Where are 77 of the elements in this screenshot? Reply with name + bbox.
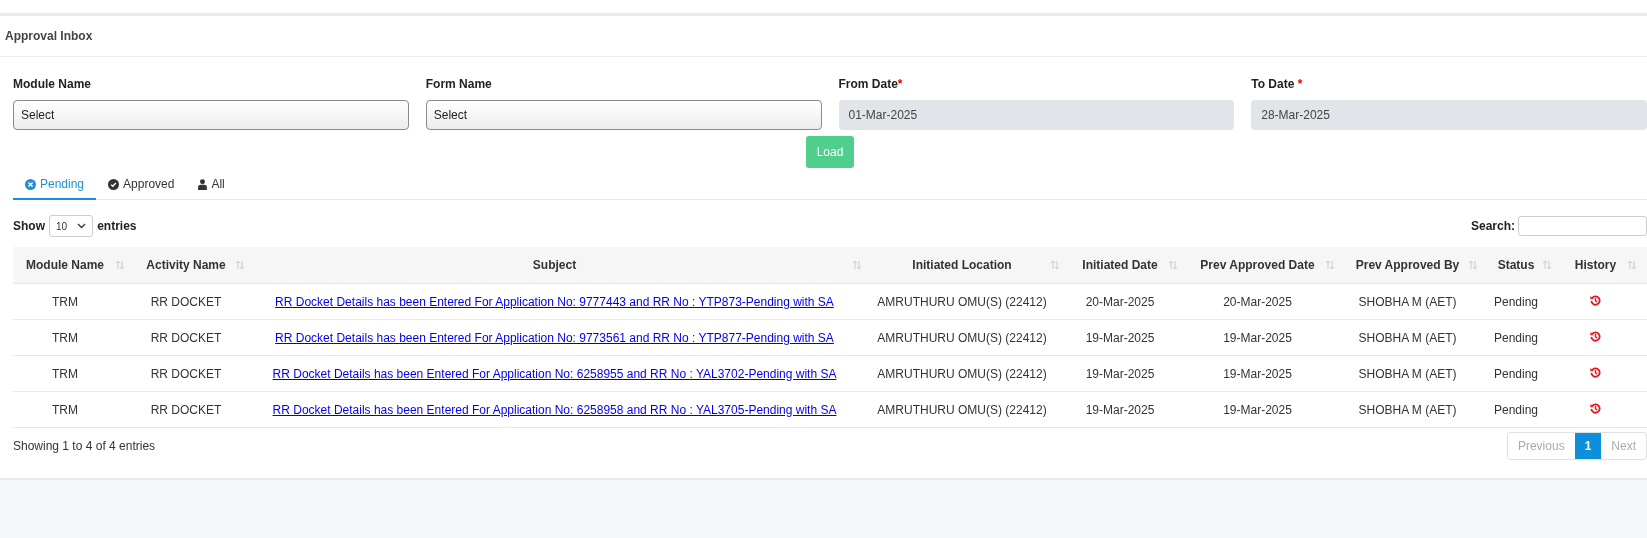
show-label: Show xyxy=(13,219,45,233)
column-header: Subject xyxy=(532,258,577,272)
table-cell: RR DOCKET xyxy=(150,366,222,381)
x-circle-icon xyxy=(25,178,36,190)
column-header: Activity Name xyxy=(146,258,226,272)
field-label: From Date* xyxy=(838,77,904,92)
tab[interactable]: All xyxy=(186,170,237,200)
field-label: Form Name xyxy=(425,77,493,92)
column-header: Prev Approved Date xyxy=(1200,258,1315,272)
search-field[interactable] xyxy=(1518,216,1647,236)
table-cell: AMRUTHURU OMU(S) (22412) xyxy=(877,330,1047,345)
column-header: Prev Approved By xyxy=(1355,258,1460,272)
dropdown-select[interactable]: Select xyxy=(425,100,822,130)
table-cell: 19-Mar-2025 xyxy=(1085,330,1155,345)
sort-icon[interactable] xyxy=(235,260,245,270)
tab[interactable]: Pending xyxy=(13,170,97,200)
field-label: To Date * xyxy=(1251,77,1304,92)
table-cell: 19-Mar-2025 xyxy=(1085,402,1155,417)
sort-icon[interactable] xyxy=(1168,260,1178,270)
table-cell: 19-Mar-2025 xyxy=(1223,330,1292,345)
tab[interactable]: Approved xyxy=(96,170,187,200)
table-cell: 20-Mar-2025 xyxy=(1085,294,1155,309)
column-header: Initiated Location xyxy=(912,258,1012,272)
sort-icon[interactable] xyxy=(1468,260,1478,270)
table-cell: RR DOCKET xyxy=(150,294,222,309)
sort-icon[interactable] xyxy=(115,260,125,270)
history-icon[interactable] xyxy=(1590,294,1601,306)
table-cell: SHOBHA M (AET) xyxy=(1358,294,1457,309)
table-cell: TRM xyxy=(52,402,78,417)
chevron-down-icon xyxy=(77,223,87,229)
check-circle-icon xyxy=(108,178,120,190)
table-cell: 19-Mar-2025 xyxy=(1085,366,1155,381)
entries-info: Showing 1 to 4 of 4 entries xyxy=(13,439,156,453)
column-header: History xyxy=(1574,258,1617,272)
history-icon[interactable] xyxy=(1590,330,1601,342)
table-cell: 19-Mar-2025 xyxy=(1223,366,1292,381)
sort-icon[interactable] xyxy=(1542,260,1552,270)
table-cell: 19-Mar-2025 xyxy=(1223,402,1292,417)
user-icon xyxy=(198,178,208,190)
column-header: Initiated Date xyxy=(1082,258,1158,272)
table-cell: AMRUTHURU OMU(S) (22412) xyxy=(877,294,1047,309)
date-field[interactable]: 01-Mar-2025 xyxy=(838,100,1235,130)
entries-select[interactable]: 10 xyxy=(49,215,94,237)
subject-link[interactable]: RR Docket Details has been Entered For Application No: 9777443 and RR No : YTP873-Pending with SA xyxy=(275,294,834,309)
entries-label: entries xyxy=(97,219,137,233)
sort-icon[interactable] xyxy=(1627,260,1637,270)
subject-link[interactable]: RR Docket Details has been Entered For Application No: 9773561 and RR No : YTP877-Pending with SA xyxy=(275,330,834,345)
history-icon[interactable] xyxy=(1590,366,1601,378)
table-cell: TRM xyxy=(52,330,78,345)
history-icon[interactable] xyxy=(1590,402,1601,414)
sort-icon[interactable] xyxy=(852,260,862,270)
table-cell: Pending xyxy=(1493,366,1538,381)
table-cell: 20-Mar-2025 xyxy=(1223,294,1292,309)
column-header: Module Name xyxy=(26,258,104,272)
table-cell: Pending xyxy=(1493,330,1538,345)
table-cell: RR DOCKET xyxy=(150,330,222,345)
table-cell: Pending xyxy=(1493,402,1538,417)
subject-link[interactable]: RR Docket Details has been Entered For Application No: 6258955 and RR No : YAL3702-Pending with SA xyxy=(272,366,837,381)
sort-icon[interactable] xyxy=(1325,260,1335,270)
field-label: Module Name xyxy=(13,77,92,92)
table-cell: TRM xyxy=(52,366,78,381)
table-cell: AMRUTHURU OMU(S) (22412) xyxy=(877,402,1047,417)
date-field[interactable]: 28-Mar-2025 xyxy=(1251,100,1647,130)
table-cell: SHOBHA M (AET) xyxy=(1358,366,1457,381)
table-cell: RR DOCKET xyxy=(150,402,222,417)
table-cell: SHOBHA M (AET) xyxy=(1358,402,1457,417)
page-title: Approval Inbox xyxy=(5,29,93,43)
table-cell: AMRUTHURU OMU(S) (22412) xyxy=(877,366,1047,381)
table-cell: Pending xyxy=(1493,294,1538,309)
search-label: Search: xyxy=(1470,219,1515,233)
dropdown-select[interactable]: Select xyxy=(13,100,409,130)
subject-link[interactable]: RR Docket Details has been Entered For Application No: 6258958 and RR No : YAL3705-Pending with SA xyxy=(272,402,837,417)
table-cell: TRM xyxy=(52,294,78,309)
column-header: Status xyxy=(1497,258,1535,272)
sort-icon[interactable] xyxy=(1050,260,1060,270)
table-cell: SHOBHA M (AET) xyxy=(1358,330,1457,345)
page-button[interactable]: 1 xyxy=(1574,433,1602,459)
